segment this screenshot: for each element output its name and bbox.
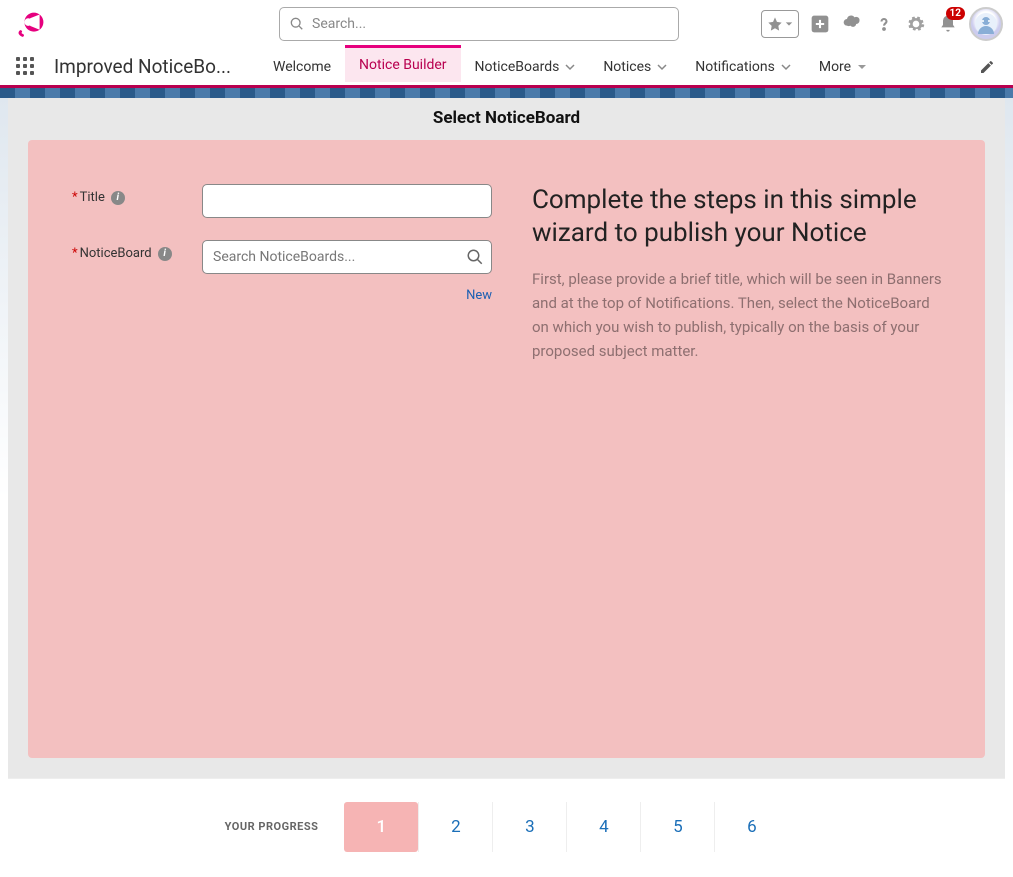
nav-tab-notices[interactable]: Notices [589, 48, 681, 85]
nav-tab-noticeboards[interactable]: NoticeBoards [461, 48, 590, 85]
global-search-wrap [279, 7, 679, 41]
app-launcher-icon[interactable] [16, 57, 36, 77]
progress-step-4[interactable]: 4 [566, 802, 640, 852]
info-icon[interactable]: i [158, 247, 172, 261]
progress-footer: YOUR PROGRESS 123456 [8, 778, 1005, 874]
chevron-down-icon [857, 62, 867, 72]
progress-step-6[interactable]: 6 [714, 802, 788, 852]
header-actions: 12 [761, 7, 1003, 41]
nav-tab-more[interactable]: More [805, 48, 881, 85]
favorites-button[interactable] [761, 10, 799, 38]
setup-gear-button[interactable] [905, 13, 927, 35]
search-icon [466, 248, 484, 266]
noticeboard-label: *NoticeBoard i [72, 240, 202, 261]
progress-label: YOUR PROGRESS [225, 820, 319, 833]
form-column: *Title i *NoticeBoard i [72, 184, 492, 738]
help-heading: Complete the steps in this simple wizard… [532, 184, 945, 249]
progress-step-3[interactable]: 3 [492, 802, 566, 852]
caret-down-icon [785, 20, 793, 28]
nav-tab-notifications[interactable]: Notifications [681, 48, 805, 85]
new-noticeboard-link[interactable]: New [466, 288, 492, 303]
edit-pencil-icon[interactable] [979, 59, 995, 75]
help-button[interactable] [873, 13, 895, 35]
nav-tab-label: Notice Builder [359, 57, 447, 73]
nav-bar: Improved NoticeBo... Welcome Notice Build… [0, 48, 1013, 88]
search-icon [290, 17, 304, 31]
title-label: *Title i [72, 184, 202, 205]
noticeboard-field-row: *NoticeBoard i New [72, 240, 492, 303]
nav-tab-label: More [819, 59, 851, 75]
global-search-input[interactable] [312, 16, 668, 32]
chevron-down-icon [657, 62, 667, 72]
nav-tab-label: Notices [603, 59, 651, 75]
notification-badge: 12 [946, 7, 965, 20]
nav-tab-welcome[interactable]: Welcome [259, 48, 345, 85]
nav-tabs: Welcome Notice Builder NoticeBoards Notices… [259, 48, 881, 85]
app-name: Improved NoticeBo... [54, 55, 231, 78]
salesforce-icon[interactable] [841, 13, 863, 35]
notifications-bell-button[interactable]: 12 [937, 13, 959, 35]
app-logo[interactable] [10, 5, 54, 43]
progress-step-2[interactable]: 2 [418, 802, 492, 852]
pattern-strip [0, 88, 1013, 98]
info-icon[interactable]: i [111, 191, 125, 205]
help-column: Complete the steps in this simple wizard… [532, 184, 945, 738]
wizard-body: *Title i *NoticeBoard i [28, 140, 985, 758]
title-field-row: *Title i [72, 184, 492, 218]
add-button[interactable] [809, 13, 831, 35]
progress-step-5[interactable]: 5 [640, 802, 714, 852]
global-search[interactable] [279, 7, 679, 41]
page-wrap: Select NoticeBoard *Title i *NoticeBoard… [0, 98, 1013, 874]
nav-tab-notice-builder[interactable]: Notice Builder [345, 45, 461, 82]
nav-tab-label: NoticeBoards [475, 59, 560, 75]
noticeboard-lookup-input[interactable] [202, 240, 492, 274]
nav-tab-label: Welcome [273, 59, 331, 75]
chevron-down-icon [781, 62, 791, 72]
help-body: First, please provide a brief title, whi… [532, 267, 945, 363]
panel-title: Select NoticeBoard [28, 98, 985, 140]
chevron-down-icon [565, 62, 575, 72]
user-avatar[interactable] [969, 7, 1003, 41]
title-input[interactable] [202, 184, 492, 218]
star-icon [767, 16, 783, 32]
top-header: 12 [0, 0, 1013, 48]
content-panel: Select NoticeBoard *Title i *NoticeBoard… [8, 98, 1005, 778]
progress-step-1[interactable]: 1 [344, 802, 418, 852]
nav-tab-label: Notifications [695, 59, 775, 75]
